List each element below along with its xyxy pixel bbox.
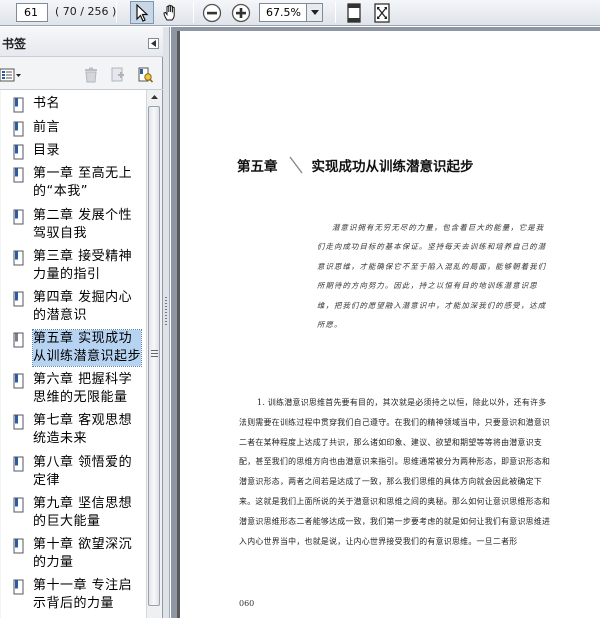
zoom-out-icon	[202, 3, 222, 22]
grip-icon	[151, 350, 158, 357]
chevron-down-icon	[310, 10, 319, 15]
panel-header: 书签	[0, 27, 163, 57]
bookmark-icon	[13, 373, 24, 389]
bookmarks-panel: 书签 书名 前言 目录 第一章 至高无上的“本我” 第二章 发展个性驾驭自我 第…	[0, 27, 163, 618]
page-number-input[interactable]: 61	[16, 3, 48, 22]
bookmark-toolbar	[0, 58, 163, 90]
bookmark-item-contents[interactable]: 目录	[13, 142, 144, 160]
bookmark-item-chapter-3[interactable]: 第三章 接受精神力量的指引	[13, 248, 144, 284]
bookmark-item-chapter-8[interactable]: 第八章 领悟爱的定律	[13, 454, 144, 490]
page-count: ( 70 / 256 )	[55, 5, 117, 18]
bookmark-label: 第三章 接受精神力量的指引	[33, 249, 133, 282]
bookmark-label: 目录	[33, 143, 61, 158]
bookmark-label: 第十一章 专注启示背后的力量	[33, 578, 133, 611]
toolbar-separator	[193, 2, 194, 23]
options-icon	[0, 68, 21, 82]
panel-title: 书签	[2, 37, 27, 51]
trash-icon	[85, 67, 97, 83]
bookmark-icon	[13, 167, 24, 183]
bookmark-icon	[13, 209, 24, 225]
bookmark-icon	[13, 497, 24, 513]
bookmark-icon	[13, 456, 24, 472]
chapter-intro: 潜意识拥有无穷无尽的力量，包含着巨大的能量，它是我们走向成功目标的基本保证。坚持…	[317, 223, 547, 330]
bookmark-icon	[13, 121, 24, 137]
cursor-icon	[136, 3, 149, 22]
hand-icon	[163, 4, 175, 20]
scrollbar-thumb[interactable]	[148, 106, 160, 606]
panel-splitter[interactable]	[163, 27, 170, 618]
bookmark-label: 第六章 把握科学思维的无限能量	[33, 372, 133, 405]
bookmark-label: 第一章 至高无上的“本我”	[33, 166, 133, 199]
select-tool-button[interactable]	[130, 1, 154, 24]
new-bookmark-button[interactable]	[109, 66, 127, 84]
new-bookmark-icon	[111, 67, 124, 82]
hand-tool-button[interactable]	[159, 1, 183, 24]
bookmark-item-chapter-5[interactable]: 第五章 实现成功从训练潜意识起步	[13, 329, 144, 367]
toolbar-separator	[335, 2, 336, 23]
bookmark-icon	[13, 144, 24, 160]
pdf-page: 第五章 实现成功从训练潜意识起步 潜意识拥有无穷无尽的力量，包含着巨大的能量，它…	[177, 31, 600, 618]
scroll-up-button[interactable]	[147, 90, 161, 104]
bookmark-item-chapter-2[interactable]: 第二章 发展个性驾驭自我	[13, 207, 144, 243]
bookmark-label: 第十章 欲望深沉的力量	[33, 537, 133, 570]
splitter-grip	[165, 297, 167, 327]
single-page-view-button[interactable]	[342, 1, 366, 24]
bookmark-label: 书名	[33, 96, 61, 111]
bookmark-item-chapter-11[interactable]: 第十一章 专注启示背后的力量	[13, 577, 144, 613]
page-number: 060	[239, 599, 255, 608]
toolbar-separator	[116, 2, 117, 23]
bookmark-label: 前言	[33, 120, 61, 135]
fit-page-button[interactable]	[370, 1, 394, 24]
bookmark-item-chapter-1[interactable]: 第一章 至高无上的“本我”	[13, 165, 144, 201]
bookmark-icon	[13, 414, 24, 430]
bookmark-label: 第九章 坚信思想的巨大能量	[33, 496, 133, 529]
bookmark-item-preface[interactable]: 前言	[13, 119, 144, 137]
expand-bookmark-button[interactable]	[136, 66, 154, 84]
bookmark-item-chapter-6[interactable]: 第六章 把握科学思维的无限能量	[13, 371, 144, 407]
bookmark-icon	[13, 579, 24, 595]
fit-page-icon	[374, 2, 390, 23]
slash-ornament	[288, 156, 303, 174]
bookmark-item-chapter-10[interactable]: 第十章 欲望深沉的力量	[13, 536, 144, 572]
bookmark-icon	[13, 291, 24, 307]
options-menu-button[interactable]	[0, 66, 22, 84]
single-page-icon	[347, 2, 361, 23]
chapter-number: 第五章	[237, 159, 278, 175]
zoom-level-input[interactable]: 67.5%	[259, 3, 307, 22]
bookmark-item-chapter-7[interactable]: 第七章 客观思想统造未来	[13, 412, 144, 448]
bookmark-label: 第五章 实现成功从训练潜意识起步	[32, 329, 142, 367]
bookmark-item-chapter-4[interactable]: 第四章 发掘内心的潜意识	[13, 289, 144, 325]
delete-bookmark-button[interactable]	[82, 66, 100, 84]
bookmark-list: 书名 前言 目录 第一章 至高无上的“本我” 第二章 发展个性驾驭自我 第三章 …	[1, 90, 146, 618]
zoom-dropdown-button[interactable]	[307, 3, 323, 22]
bookmark-item-title[interactable]: 书名	[13, 95, 144, 113]
bookmark-icon	[13, 538, 24, 554]
body-paragraph: 1. 训练潜意识思维首先要有目的，其次就是必须持之以恒，除此以外，还有许多法则需…	[239, 398, 551, 546]
toolbar: 61 ( 70 / 256 ) 67.5%	[0, 0, 600, 26]
page-edge	[177, 31, 180, 618]
chevron-up-icon	[150, 95, 158, 99]
bookmark-icon	[13, 250, 24, 266]
bookmark-search-icon	[138, 67, 153, 83]
zoom-in-button[interactable]	[229, 1, 253, 24]
collapse-panel-button[interactable]	[148, 38, 159, 49]
zoom-in-icon	[231, 3, 251, 22]
bookmark-icon	[13, 97, 24, 113]
bookmark-label: 第四章 发掘内心的潜意识	[33, 290, 133, 323]
chapter-heading: 第五章 实现成功从训练潜意识起步	[237, 155, 474, 175]
chevron-left-icon	[151, 40, 156, 47]
bookmark-label: 第二章 发展个性驾驭自我	[33, 208, 133, 241]
bookmark-icon	[13, 332, 24, 348]
bookmark-label: 第七章 客观思想统造未来	[33, 413, 133, 446]
bookmark-scrollbar[interactable]	[146, 90, 161, 618]
bookmark-item-chapter-9[interactable]: 第九章 坚信思想的巨大能量	[13, 495, 144, 531]
bookmark-label: 第八章 领悟爱的定律	[33, 455, 133, 488]
document-viewport: 第五章 实现成功从训练潜意识起步 潜意识拥有无穷无尽的力量，包含着巨大的能量，它…	[171, 27, 600, 618]
zoom-out-button[interactable]	[200, 1, 224, 24]
chapter-title: 实现成功从训练潜意识起步	[311, 159, 474, 175]
